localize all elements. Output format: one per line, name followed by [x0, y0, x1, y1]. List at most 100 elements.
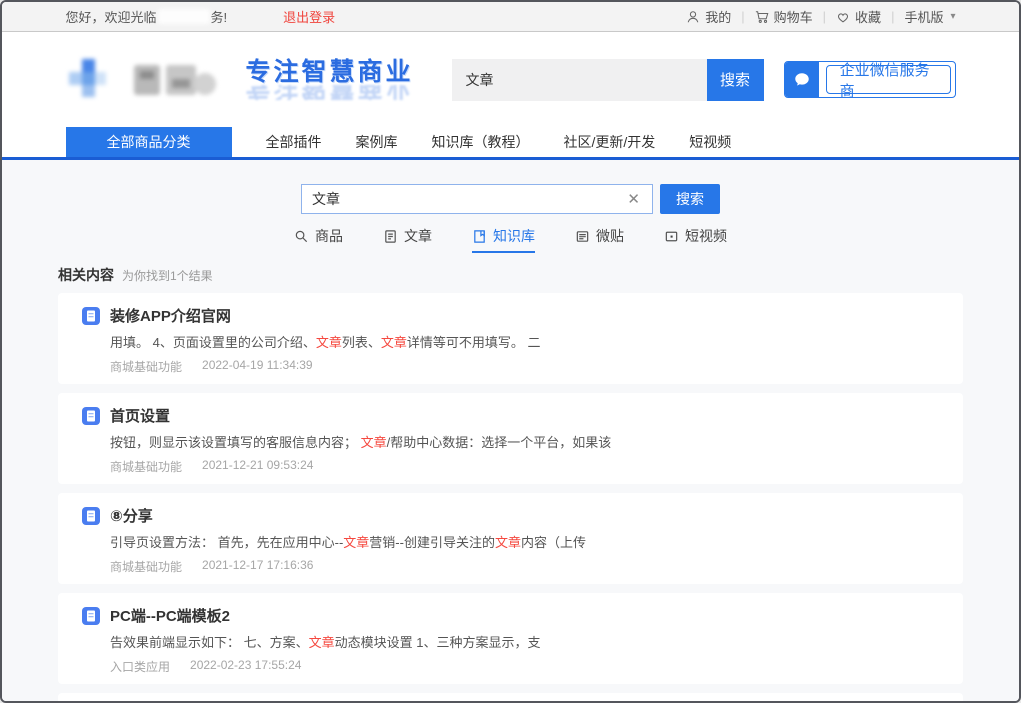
tab-goods[interactable]: 商品	[294, 226, 343, 253]
result-card[interactable]: PC端--前端页面	[58, 693, 963, 703]
content-search-input[interactable]	[312, 191, 625, 207]
desc-text: 动态模块设置 1、三种方案显示，支	[335, 635, 541, 650]
search-icon	[294, 229, 309, 244]
wechat-service-label: 企业微信服务商	[826, 65, 951, 94]
desc-text: 内容（上传	[521, 535, 586, 550]
results-header: 相关内容 为你找到1个结果	[58, 265, 963, 285]
result-meta: 商城基础功能 2021-12-17 17:16:36	[110, 558, 939, 575]
tab-weitie[interactable]: 微贴	[575, 226, 624, 253]
result-date: 2021-12-21 09:53:24	[202, 458, 313, 475]
article-icon	[383, 229, 398, 244]
result-card[interactable]: ⑧分享 引导页设置方法： 首先，先在应用中心--文章营销--创建引导关注的文章内…	[58, 493, 963, 584]
main-nav: 全部商品分类 全部插件 案例库 知识库（教程） 社区/更新/开发 短视频	[2, 127, 1019, 160]
result-desc: 告效果前端显示如下： 七、方案、文章动态模块设置 1、三种方案显示，支	[110, 634, 939, 651]
result-desc: 引导页设置方法： 首先，先在应用中心--文章营销--创建引导关注的文章内容（上传	[110, 534, 939, 551]
censored-username	[158, 9, 210, 24]
user-icon	[686, 10, 700, 24]
knowledge-icon	[472, 229, 487, 244]
keyword-highlight: 文章	[361, 435, 387, 450]
tab-article[interactable]: 文章	[383, 226, 432, 253]
topbar: 您好，欢迎光临 务! 退出登录 我的 | 购物车 |	[2, 2, 1019, 32]
desc-text: /帮助中心数据：选择一个平台，如果该	[387, 435, 612, 450]
my-account-label: 我的	[705, 7, 731, 26]
nav-item-plugins[interactable]: 全部插件	[266, 127, 322, 157]
nav-item-community[interactable]: 社区/更新/开发	[564, 127, 656, 157]
keyword-highlight: 文章	[316, 335, 342, 350]
results-list: 装修APP介绍官网 用填。 4、页面设置里的公司介绍、文章列表、文章详情等可不用…	[58, 293, 963, 703]
result-title[interactable]: 装修APP介绍官网	[110, 305, 231, 326]
separator: |	[741, 9, 744, 24]
welcome-text: 您好，欢迎光临 务!	[66, 7, 228, 26]
result-category: 商城基础功能	[110, 458, 182, 475]
mobile-version-label: 手机版	[904, 7, 943, 26]
site-logo[interactable]: 专注智慧商业 专注智慧商业	[66, 57, 414, 103]
nav-item-cases[interactable]: 案例库	[356, 127, 398, 157]
logo-text-blurred	[132, 59, 220, 101]
result-desc: 按钮，则显示该设置填写的客服信息内容； 文章/帮助中心数据：选择一个平台，如果该	[110, 434, 939, 451]
heart-icon	[836, 10, 850, 24]
wechat-icon	[785, 62, 819, 97]
desc-text: 告效果前端显示如下： 七、方案、	[110, 635, 309, 650]
cart-link[interactable]: 购物车	[755, 7, 813, 26]
clear-icon[interactable]: ✕	[625, 190, 642, 208]
tab-knowledge[interactable]: 知识库	[472, 226, 535, 253]
results-count: 为你找到1个结果	[122, 267, 213, 284]
favorites-label: 收藏	[855, 7, 881, 26]
header-search-button[interactable]: 搜索	[707, 59, 764, 101]
result-card[interactable]: 首页设置 按钮，则显示该设置填写的客服信息内容； 文章/帮助中心数据：选择一个平…	[58, 393, 963, 484]
welcome-suffix: 务!	[211, 7, 228, 26]
content-search: ✕ 搜索	[2, 160, 1019, 214]
doc-icon	[82, 507, 100, 525]
site-header: 专注智慧商业 专注智慧商业 搜索 企业微信服务商	[2, 32, 1019, 127]
doc-icon	[82, 307, 100, 325]
keyword-highlight: 文章	[343, 535, 369, 550]
main-content: ✕ 搜索 商品 文章 知识库 微贴 短视频	[2, 160, 1019, 703]
doc-icon	[82, 607, 100, 625]
desc-text: 引导页设置方法： 首先，先在应用中心--	[110, 535, 343, 550]
slogan-reflection: 专注智慧商业	[246, 85, 414, 100]
cart-label: 购物车	[774, 7, 813, 26]
separator: |	[823, 9, 826, 24]
header-search-input[interactable]	[452, 59, 707, 101]
header-search: 搜索	[452, 59, 764, 101]
result-title[interactable]: PC端--PC端模板2	[110, 605, 230, 626]
result-card[interactable]: PC端--PC端模板2 告效果前端显示如下： 七、方案、文章动态模块设置 1、三…	[58, 593, 963, 684]
result-card[interactable]: 装修APP介绍官网 用填。 4、页面设置里的公司介绍、文章列表、文章详情等可不用…	[58, 293, 963, 384]
wechat-service-button[interactable]: 企业微信服务商	[784, 61, 956, 98]
browser-window: 您好，欢迎光临 务! 退出登录 我的 | 购物车 |	[0, 0, 1021, 703]
post-icon	[575, 229, 590, 244]
slogan-text: 专注智慧商业	[246, 58, 414, 86]
result-meta: 商城基础功能 2021-12-21 09:53:24	[110, 458, 939, 475]
desc-text: 列表、	[342, 335, 381, 350]
result-title[interactable]: ⑧分享	[110, 505, 153, 526]
search-tabs: 商品 文章 知识库 微贴 短视频	[2, 226, 1019, 253]
result-date: 2022-02-23 17:55:24	[190, 658, 301, 675]
results-title: 相关内容	[58, 265, 114, 285]
result-category: 入口类应用	[110, 658, 170, 675]
slogan: 专注智慧商业 专注智慧商业	[246, 60, 414, 100]
tab-shortvideo[interactable]: 短视频	[664, 226, 727, 253]
result-meta: 入口类应用 2022-02-23 17:55:24	[110, 658, 939, 675]
nav-all-categories-button[interactable]: 全部商品分类	[66, 127, 232, 157]
nav-item-knowledge[interactable]: 知识库（教程）	[432, 127, 530, 157]
my-account-link[interactable]: 我的	[686, 7, 731, 26]
desc-text: 用填。 4、页面设置里的公司介绍、	[110, 335, 316, 350]
keyword-highlight: 文章	[495, 535, 521, 550]
video-icon	[664, 229, 679, 244]
logout-link[interactable]: 退出登录	[283, 7, 335, 26]
favorites-link[interactable]: 收藏	[836, 7, 881, 26]
desc-text: 按钮，则显示该设置填写的客服信息内容；	[110, 435, 361, 450]
nav-item-shortvideo[interactable]: 短视频	[689, 127, 731, 157]
result-title[interactable]: 首页设置	[110, 405, 170, 426]
separator: |	[891, 9, 894, 24]
mobile-version-dropdown[interactable]: 手机版 ▾	[904, 7, 955, 26]
result-date: 2021-12-17 17:16:36	[202, 558, 313, 575]
content-search-button[interactable]: 搜索	[660, 184, 720, 214]
desc-text: 营销--创建引导关注的	[369, 535, 495, 550]
tab-article-label: 文章	[404, 226, 432, 246]
tab-shortvideo-label: 短视频	[685, 226, 727, 246]
keyword-highlight: 文章	[381, 335, 407, 350]
result-meta: 商城基础功能 2022-04-19 11:34:39	[110, 358, 939, 375]
welcome-prefix: 您好，欢迎光临	[66, 7, 157, 26]
logo-mark-blurred	[66, 57, 118, 103]
